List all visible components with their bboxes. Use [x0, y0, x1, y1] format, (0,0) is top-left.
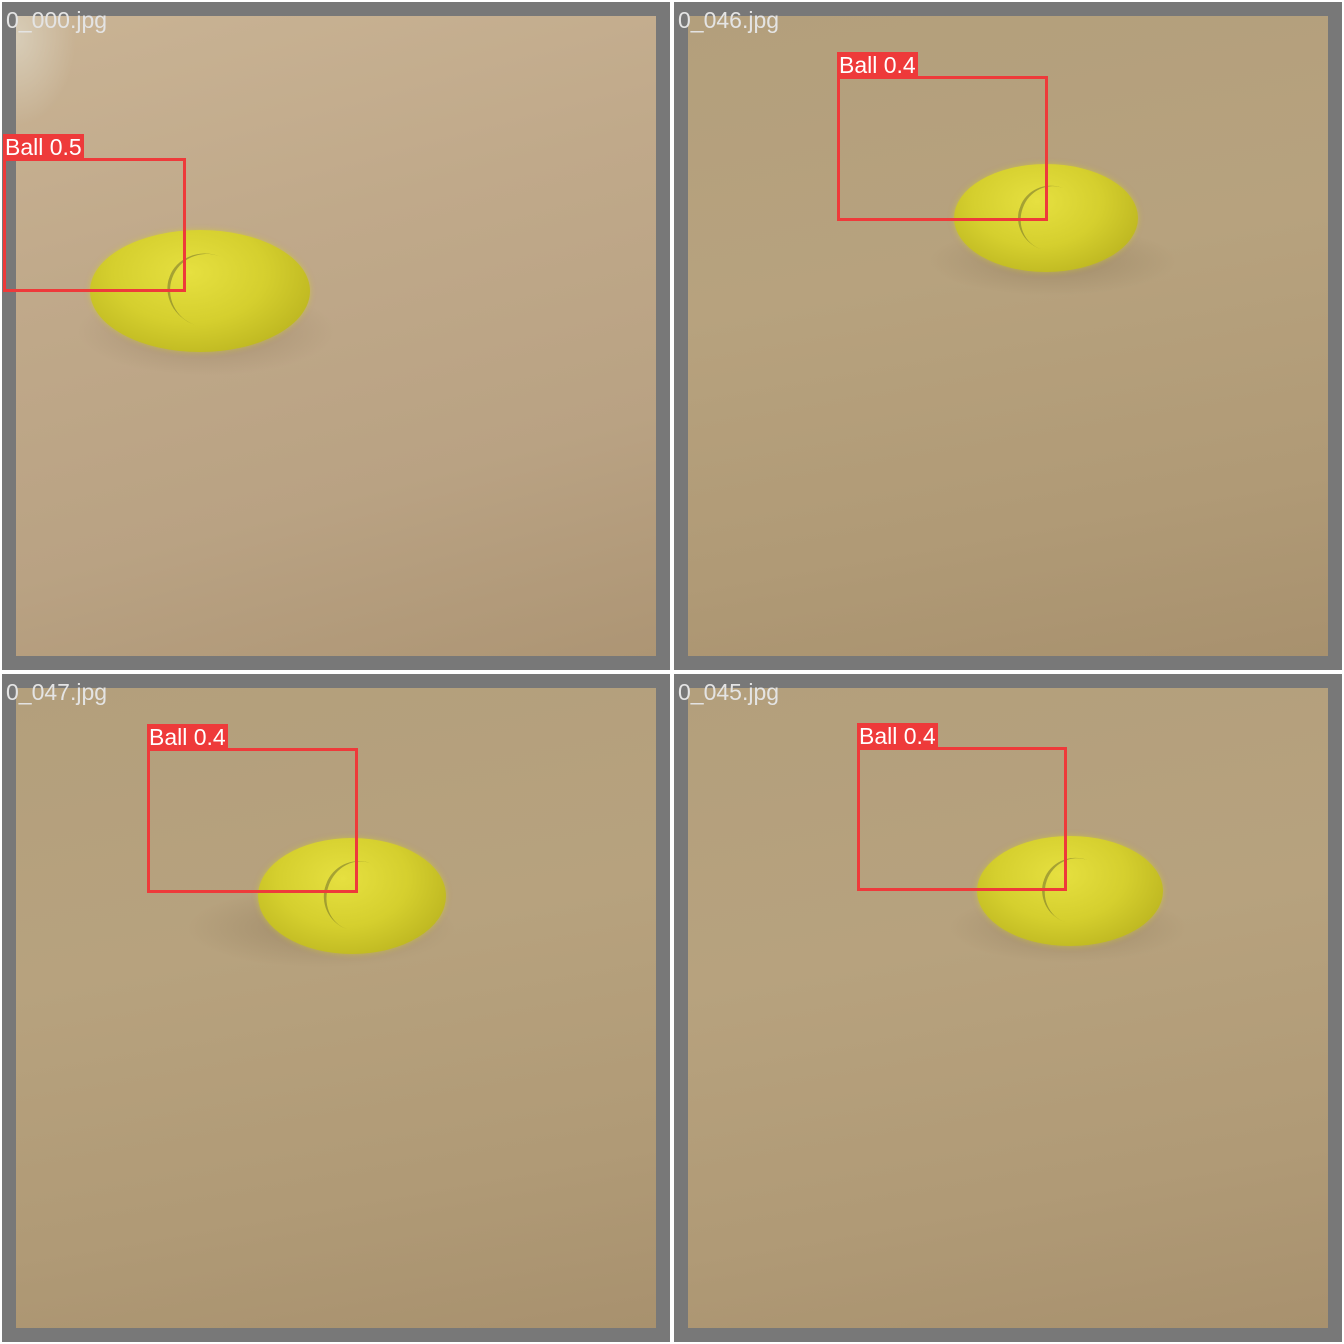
- detection-label: Ball 0.4: [147, 724, 228, 750]
- detection-label: Ball 0.5: [3, 134, 84, 160]
- image-filename: 0_046.jpg: [678, 7, 780, 33]
- image-filename: 0_047.jpg: [6, 679, 108, 705]
- detection-box: [3, 158, 186, 292]
- photo: [16, 16, 656, 656]
- image-tile: 0_047.jpg Ball 0.4: [2, 674, 670, 1342]
- image-tile: 0_046.jpg Ball 0.4: [674, 2, 1342, 670]
- detection-mosaic: 0_000.jpg Ball 0.5 0_046.jpg Ball 0.4 0_…: [0, 0, 1344, 1344]
- detection-box: [147, 748, 358, 893]
- image-filename: 0_045.jpg: [678, 679, 780, 705]
- image-filename: 0_000.jpg: [6, 7, 108, 33]
- detection-box: [857, 747, 1067, 891]
- detection-label: Ball 0.4: [857, 723, 938, 749]
- detection-label: Ball 0.4: [837, 52, 918, 78]
- image-tile: 0_045.jpg Ball 0.4: [674, 674, 1342, 1342]
- detection-box: [837, 76, 1048, 221]
- image-tile: 0_000.jpg Ball 0.5: [2, 2, 670, 670]
